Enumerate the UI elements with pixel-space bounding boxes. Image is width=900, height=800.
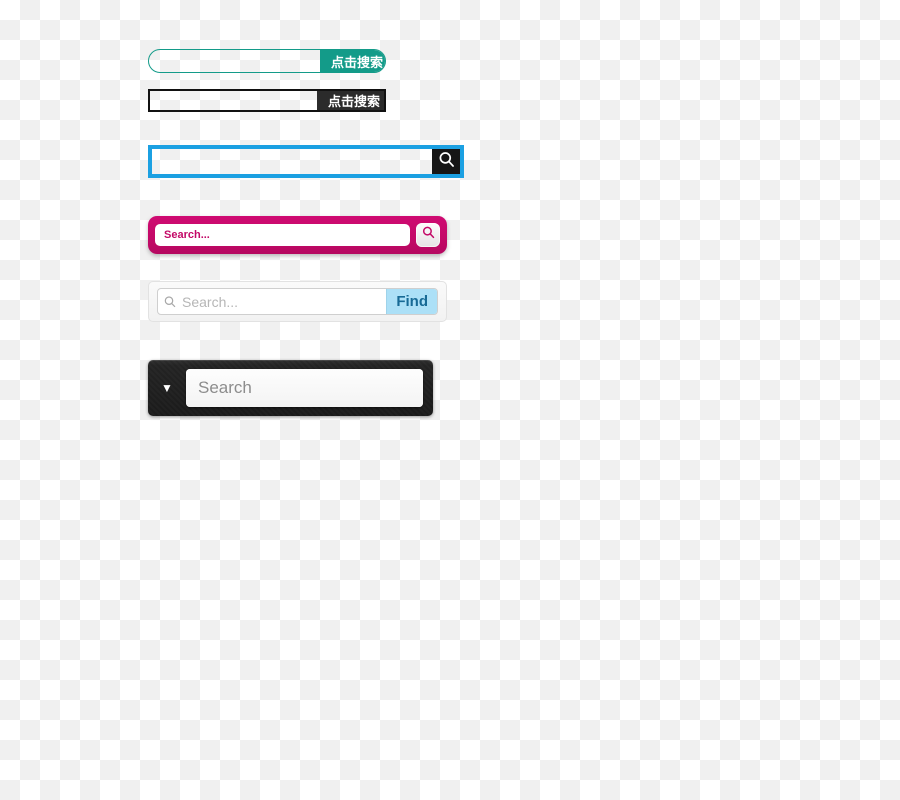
component-canvas: 点击搜索 点击搜索 Search... Search... Find ▼ Sea… xyxy=(0,0,900,800)
blue-outline-search-bar xyxy=(148,145,464,178)
search-button-label: 点击搜索 xyxy=(327,94,380,109)
find-button[interactable]: Find xyxy=(386,289,437,314)
search-input[interactable] xyxy=(155,224,410,246)
magenta-rounded-search-bar xyxy=(148,216,447,254)
search-button[interactable]: 点击搜索 xyxy=(320,50,385,72)
search-field-group: Find xyxy=(157,288,438,315)
search-button-label: 点击搜索 xyxy=(330,54,383,70)
teal-pill-search-bar: 点击搜索 xyxy=(148,49,386,73)
search-input[interactable] xyxy=(150,91,317,110)
dark-dropdown-search-bar: ▼ xyxy=(148,360,433,416)
black-outline-search-bar: 点击搜索 xyxy=(148,89,386,112)
search-button[interactable]: 点击搜索 xyxy=(317,91,384,110)
search-input[interactable] xyxy=(186,369,423,407)
search-input[interactable] xyxy=(182,289,387,314)
find-button-label: Find xyxy=(396,293,428,310)
search-button[interactable] xyxy=(416,223,440,247)
search-input[interactable] xyxy=(152,149,432,174)
search-icon xyxy=(421,225,436,245)
search-input[interactable] xyxy=(149,50,320,72)
search-icon xyxy=(437,150,456,174)
ios-style-search-bar: Find xyxy=(148,281,447,322)
chevron-down-icon[interactable]: ▼ xyxy=(156,381,178,395)
search-field-group xyxy=(186,369,423,407)
search-button[interactable] xyxy=(432,149,460,174)
search-icon xyxy=(158,289,182,314)
